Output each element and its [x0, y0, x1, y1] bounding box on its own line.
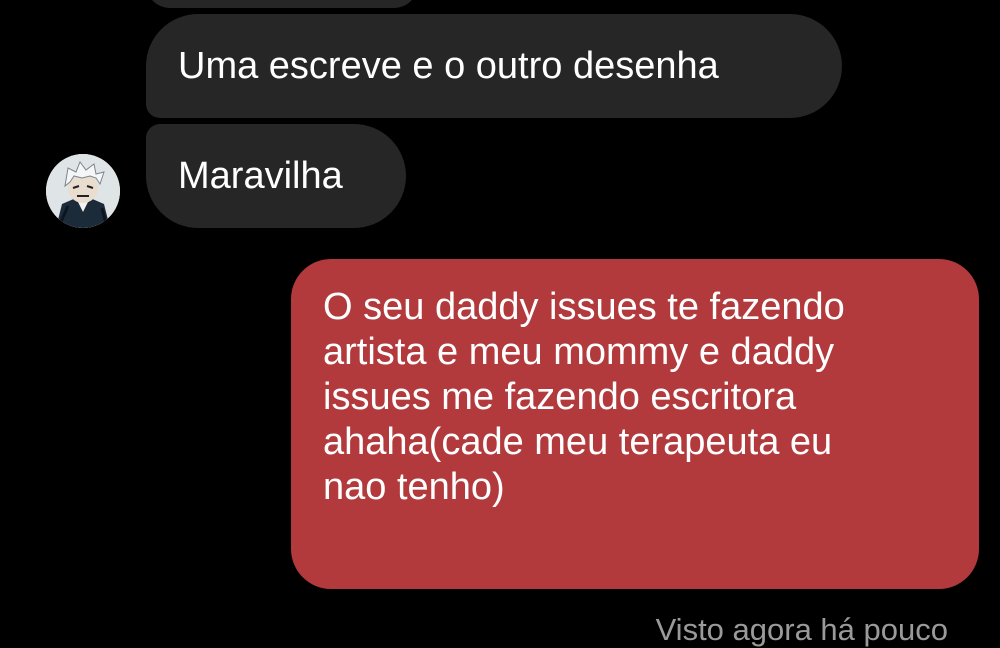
incoming-message-text: Uma escreve e o outro desenha [178, 45, 719, 87]
outgoing-message-line: O seu daddy issues te fazendo [323, 286, 845, 328]
user-avatar-icon[interactable] [46, 154, 120, 228]
outgoing-message-bubble[interactable]: O seu daddy issues te fazendo artista e … [291, 259, 979, 589]
previous-message-bubble[interactable] [146, 0, 418, 8]
avatar-illustration [46, 154, 120, 228]
incoming-message-text: Maravilha [178, 155, 343, 197]
outgoing-message-line: ahaha(cade meu terapeuta eu [323, 421, 833, 463]
incoming-message-bubble[interactable]: Uma escreve e o outro desenha [146, 14, 842, 118]
outgoing-message-line: issues me fazendo escritora [323, 376, 797, 418]
incoming-message-bubble[interactable]: Maravilha [146, 124, 406, 228]
outgoing-message-line: artista e meu mommy e daddy [323, 331, 835, 373]
outgoing-message-line: nao tenho) [323, 466, 505, 508]
seen-status: Visto agora há pouco [655, 612, 948, 647]
